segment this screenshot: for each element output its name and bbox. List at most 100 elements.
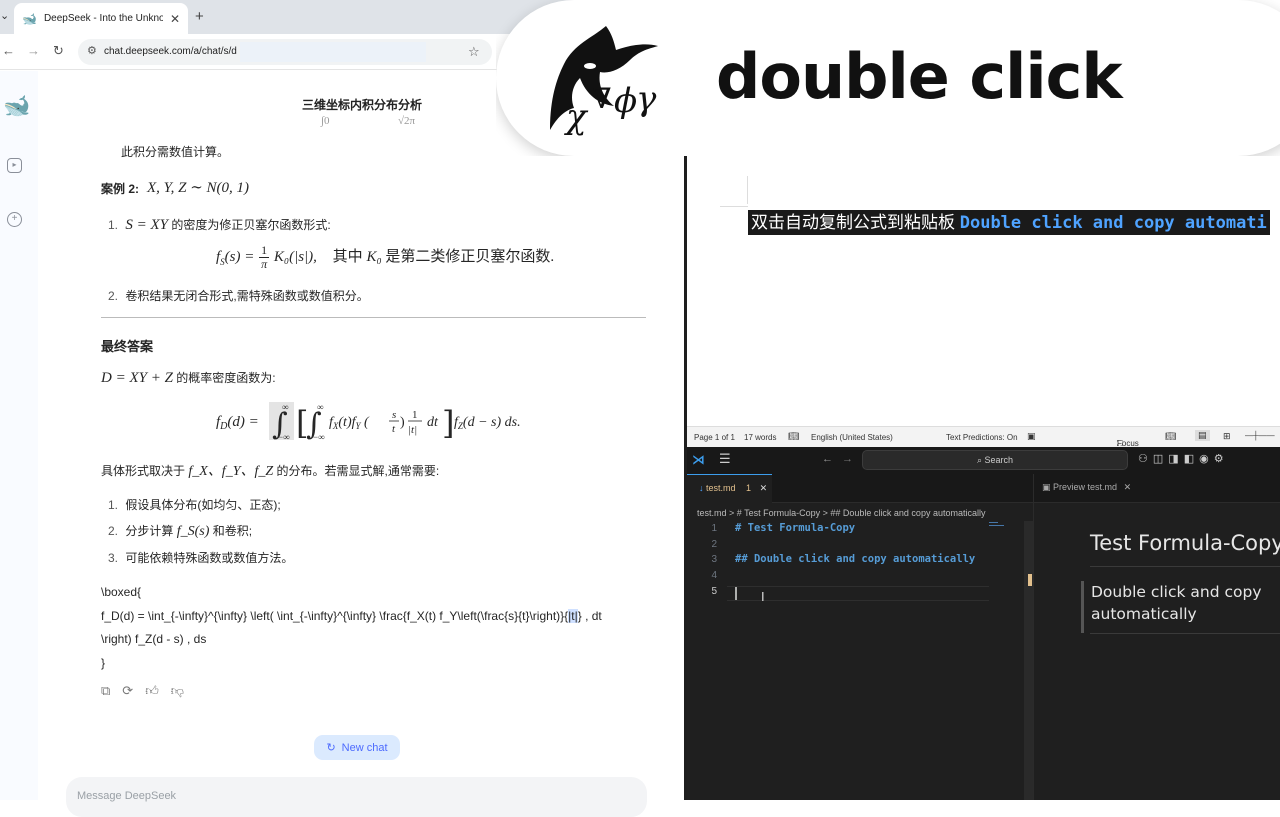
tab-preview-label: Preview test.md bbox=[1053, 482, 1118, 492]
layout-panel-icon[interactable]: ◫ bbox=[1153, 453, 1168, 465]
status-language[interactable]: English (United States) bbox=[811, 433, 893, 442]
nav-back-icon[interactable]: ← bbox=[822, 453, 833, 465]
new-chat-button[interactable]: ↻ New chat bbox=[314, 735, 400, 760]
zoom-slider[interactable]: —┼—— bbox=[1245, 431, 1275, 440]
omnibox[interactable]: ⚙ chat.deepseek.com/a/chat/s/d ☆ bbox=[78, 39, 492, 65]
status-words[interactable]: 17 words bbox=[744, 433, 776, 442]
tab-close-icon[interactable]: ✕ bbox=[760, 483, 768, 493]
code-line[interactable]: # Test Formula-Copy bbox=[735, 522, 855, 534]
svg-text:ϕ: ϕ bbox=[614, 81, 637, 121]
thumbs-up-icon[interactable]: 👍︎ bbox=[145, 683, 159, 699]
depends-post: 的分布。若需显式解,通常需要: bbox=[276, 464, 440, 478]
new-chat-icon[interactable]: + bbox=[7, 212, 22, 227]
markdown-file-icon: ↓ bbox=[699, 483, 704, 493]
latex-line[interactable]: \boxed{ bbox=[101, 585, 141, 599]
case-label: 案例 2: bbox=[101, 182, 140, 196]
open-sidebar-icon[interactable]: ▸ bbox=[7, 158, 22, 173]
eq2-frac-den: t bbox=[392, 423, 396, 435]
depends-pre: 具体形式取决于 bbox=[101, 464, 186, 478]
code-editor[interactable]: 1 # Test Formula-Copy 2 3 ## Double clic… bbox=[687, 521, 1033, 800]
accessibility-icon[interactable]: ▣ bbox=[1027, 431, 1036, 442]
menu-hamburger-icon[interactable]: ☰ bbox=[719, 451, 731, 467]
thumbs-down-icon[interactable]: 👎︎ bbox=[171, 683, 184, 699]
settings-gear-icon[interactable]: ⚙ bbox=[1214, 453, 1229, 465]
forward-icon[interactable]: → bbox=[27, 43, 40, 58]
layout-controls[interactable]: ⚇◫◨◧◉⚙ bbox=[1138, 452, 1229, 465]
step-text: 假设具体分布(如均匀、正态); bbox=[125, 498, 281, 512]
tab-close-icon[interactable]: ✕ bbox=[170, 12, 180, 26]
layout-split-icon[interactable]: ◧ bbox=[1184, 453, 1199, 465]
step-text: 和卷积; bbox=[212, 524, 253, 538]
divider bbox=[101, 317, 646, 318]
step-3: 3. 可能依赖特殊函数或数值方法。 bbox=[108, 549, 293, 566]
tab-title: DeepSeek - Into the Unknown bbox=[43, 13, 163, 24]
copy-icon[interactable]: ⧉ bbox=[101, 683, 110, 699]
bookmark-star-icon[interactable]: ☆ bbox=[468, 44, 480, 60]
status-predictions[interactable]: Text Predictions: On bbox=[946, 433, 1018, 442]
current-line-highlight bbox=[727, 586, 989, 601]
reload-icon[interactable]: ↻ bbox=[53, 43, 64, 59]
eq2-sup: ∞ bbox=[282, 402, 288, 412]
latex-selected-text[interactable]: |t| bbox=[568, 608, 578, 623]
copilot-icon[interactable]: ⚇ bbox=[1138, 453, 1153, 465]
mouse-ibeam-cursor-icon: I bbox=[761, 589, 765, 604]
print-layout-icon[interactable]: ▤ bbox=[1195, 430, 1210, 441]
latex-line[interactable]: } , dt bbox=[578, 609, 602, 623]
proofing-icon[interactable]: 📖︎ bbox=[788, 431, 799, 442]
web-layout-icon[interactable]: ⊞ bbox=[1223, 431, 1231, 442]
regenerate-icon[interactable]: ⟳ bbox=[122, 683, 133, 699]
tab-close-icon[interactable]: ✕ bbox=[1124, 482, 1132, 492]
eq2-one: 1 bbox=[412, 409, 418, 421]
browser-tab-deepseek[interactable]: 🐋 DeepSeek - Into the Unknown ✕ bbox=[14, 3, 188, 34]
eq-where: 其中 bbox=[332, 248, 363, 265]
layout-sidebar-icon[interactable]: ◨ bbox=[1168, 453, 1183, 465]
read-mode-icon[interactable]: 📖︎ bbox=[1165, 431, 1176, 442]
latex-line[interactable]: } bbox=[101, 656, 105, 670]
tab-test-md[interactable]: ↓ test.md 1 ✕ bbox=[687, 474, 772, 503]
tab-search-chevron-icon[interactable]: ⌄ bbox=[0, 9, 12, 25]
preview-heading-2: Double click and copy automatically bbox=[1081, 581, 1280, 633]
site-info-icon[interactable]: ⚙ bbox=[87, 44, 97, 57]
latex-line[interactable]: f_D(d) = \int_{-\infty}^{\infty} \left( … bbox=[101, 609, 568, 623]
list-text: 卷积结果无闭合形式,需特殊函数或数值积分。 bbox=[125, 289, 369, 303]
word-document-window: 双击自动复制公式到粘贴板 Double click and copy autom… bbox=[687, 140, 1280, 448]
back-icon[interactable]: ← bbox=[2, 43, 15, 58]
eq-den: π bbox=[261, 257, 268, 271]
editor-scrollbar[interactable] bbox=[1024, 521, 1033, 800]
word-text-chinese: 双击自动复制公式到粘贴板 bbox=[751, 213, 955, 233]
code-line[interactable]: ## Double click and copy automatically bbox=[735, 553, 975, 565]
eq2-tail: fZ(d − s) ds. bbox=[454, 415, 521, 431]
word-text-english: Double click and copy automati bbox=[959, 213, 1267, 233]
preview-rule bbox=[1090, 633, 1280, 634]
list-text: 的密度为修正贝塞尔函数形式: bbox=[171, 218, 331, 232]
svg-text:γ: γ bbox=[636, 79, 657, 119]
new-tab-button[interactable]: + bbox=[195, 8, 204, 25]
equation-final: fD(d) = ∫ ∞ −∞ [ ∫ ∞ −∞ fX(t)fY ( s t ) … bbox=[216, 396, 536, 444]
command-center-search[interactable]: ⌕ Search bbox=[862, 450, 1128, 470]
word-pasted-text[interactable]: 双击自动复制公式到粘贴板 Double click and copy autom… bbox=[748, 210, 1270, 235]
list-number: 1. bbox=[108, 218, 119, 232]
step-2: 2. 分步计算 f_S(s) 和卷积; bbox=[108, 522, 252, 540]
breadcrumb[interactable]: test.md > # Test Formula-Copy > ## Doubl… bbox=[687, 505, 1033, 521]
message-input[interactable]: Message DeepSeek bbox=[66, 777, 647, 817]
latex-source[interactable]: \boxed{ f_D(d) = \int_{-\infty}^{\infty}… bbox=[101, 581, 602, 675]
nav-forward-icon[interactable]: → bbox=[842, 453, 853, 465]
status-page[interactable]: Page 1 of 1 bbox=[694, 433, 735, 442]
list-number: 2. bbox=[108, 289, 119, 303]
account-icon[interactable]: ◉ bbox=[1199, 453, 1214, 465]
overlay-label: double click bbox=[716, 40, 1123, 113]
markdown-preview[interactable]: Test Formula-Copy Double click and copy … bbox=[1033, 503, 1280, 800]
final-text: 的概率密度函数为: bbox=[176, 371, 276, 385]
final-intro: D = XY + Z 的概率密度函数为: bbox=[101, 369, 276, 387]
url-selection bbox=[240, 42, 426, 62]
deepseek-logo-icon[interactable]: 🐋 bbox=[3, 93, 30, 119]
equation-final-graphic: fD(d) = ∫ ∞ −∞ [ ∫ ∞ −∞ fX(t)fY ( s t ) … bbox=[216, 402, 521, 442]
latex-line[interactable]: \right) f_Z(d - s) , ds bbox=[101, 632, 206, 646]
url-text[interactable]: chat.deepseek.com/a/chat/s/d bbox=[104, 46, 237, 57]
list-item-1: 1. S = XY 的密度为修正贝塞尔函数形式: bbox=[108, 216, 331, 234]
minimap[interactable]: ▬▬▬ ▬▬▬▬▬ bbox=[989, 521, 1024, 529]
tab-preview-test-md[interactable]: ▣ Preview test.md ✕ bbox=[1033, 474, 1143, 503]
eq-mid: (s) = bbox=[224, 248, 255, 265]
new-chat-label: New chat bbox=[341, 741, 388, 754]
eq2-sub: −∞ bbox=[313, 432, 325, 442]
